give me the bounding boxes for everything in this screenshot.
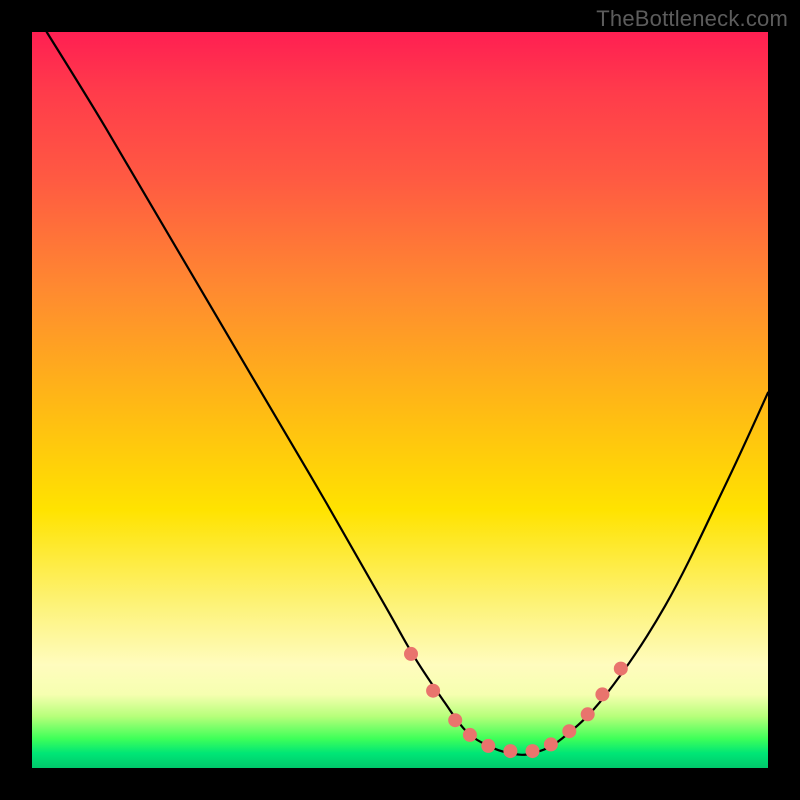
highlight-dot (426, 684, 440, 698)
bottleneck-curve (47, 32, 768, 755)
highlight-dot (581, 707, 595, 721)
chart-svg (32, 32, 768, 768)
highlight-dot (448, 713, 462, 727)
highlight-dot (404, 647, 418, 661)
highlight-dot (562, 724, 576, 738)
highlight-dot (526, 744, 540, 758)
highlight-dot (614, 662, 628, 676)
highlight-dots-group (404, 647, 628, 758)
highlight-dot (595, 687, 609, 701)
highlight-dot (481, 739, 495, 753)
outer-frame: TheBottleneck.com (0, 0, 800, 800)
plot-area (32, 32, 768, 768)
highlight-dot (544, 737, 558, 751)
highlight-dot (503, 744, 517, 758)
highlight-dot (463, 728, 477, 742)
watermark-text: TheBottleneck.com (596, 6, 788, 32)
